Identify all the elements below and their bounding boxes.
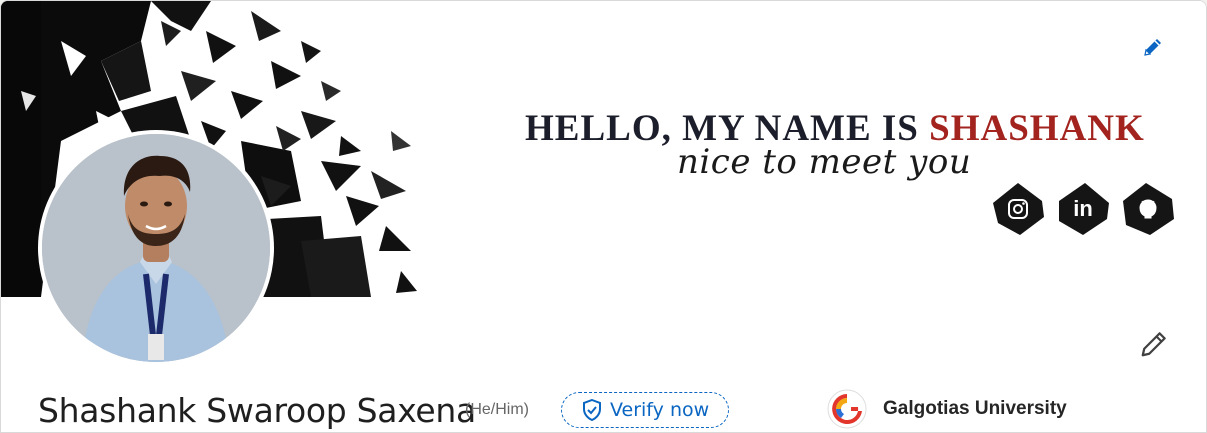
verify-label: Verify now — [610, 399, 710, 421]
edit-profile-button[interactable] — [1133, 323, 1175, 365]
shield-check-icon — [583, 399, 601, 421]
linkedin-icon: in — [1055, 181, 1111, 237]
education-name: Galgotias University — [883, 398, 1067, 419]
avatar — [42, 134, 270, 362]
verify-now-button[interactable]: Verify now — [561, 392, 729, 428]
github-icon — [1120, 181, 1176, 237]
pencil-icon — [1144, 39, 1161, 56]
banner-tagline: nice to meet you — [677, 142, 972, 182]
edit-banner-button[interactable] — [1135, 29, 1171, 65]
education-entry[interactable]: Galgotias University — [827, 389, 1067, 429]
profile-photo[interactable] — [38, 130, 274, 366]
profile-card: HELLO, MY NAME IS SHASHANK nice to meet … — [0, 0, 1207, 433]
instagram-icon — [990, 181, 1046, 237]
linkedin-glyph: in — [1073, 196, 1093, 221]
profile-pronouns: (He/Him) — [465, 401, 529, 418]
galgotias-logo-icon — [827, 389, 867, 429]
profile-name: Shashank Swaroop Saxena — [38, 391, 476, 430]
pencil-icon — [1141, 332, 1166, 357]
